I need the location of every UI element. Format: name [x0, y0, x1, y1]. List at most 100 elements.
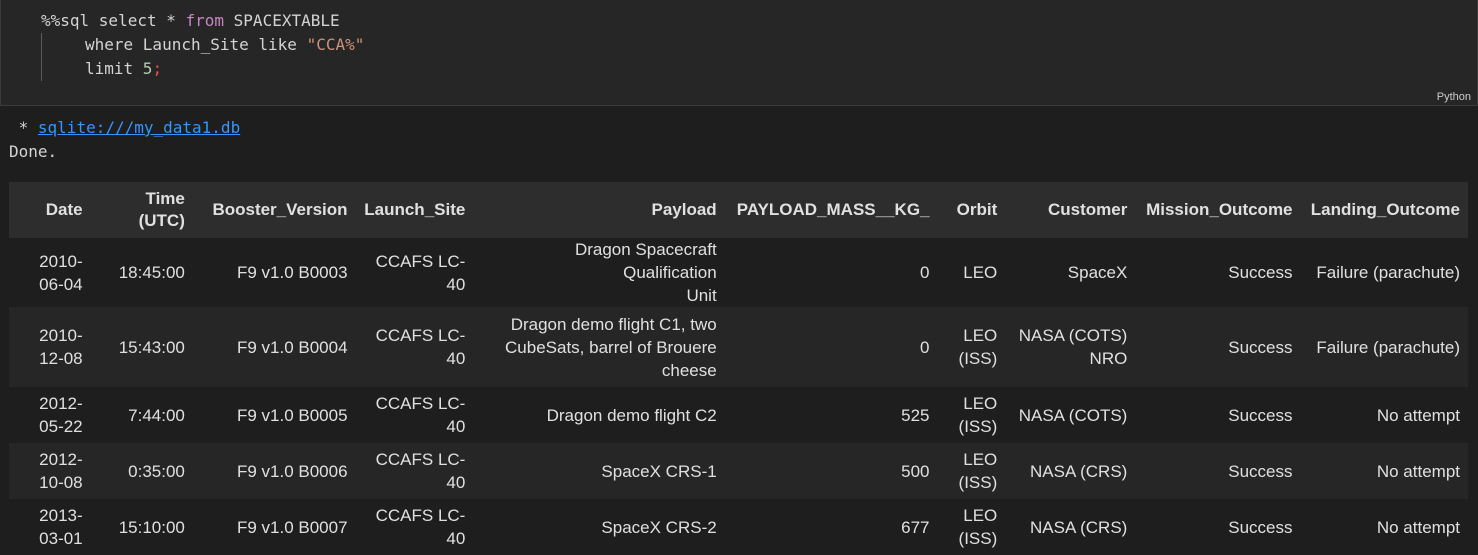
- header-customer: Customer: [1005, 182, 1136, 238]
- db-connection-link[interactable]: sqlite:///my_data1.db: [38, 118, 240, 137]
- code-line-3: limit 5;: [85, 57, 162, 81]
- cell-line: NASA (COTS): [1018, 326, 1128, 345]
- cell-launch-site: CCAFS LC- 40: [355, 499, 474, 555]
- code-cell-editor[interactable]: %%sql select * from SPACEXTABLE where La…: [0, 0, 1478, 106]
- cell-line: (ISS): [958, 529, 998, 548]
- cell-line: cheese: [661, 360, 717, 380]
- from-keyword: from: [185, 11, 225, 30]
- cell-line: 40: [446, 274, 466, 294]
- table-name-text: SPACEXTABLE: [224, 11, 340, 30]
- cell-launch-site: CCAFS LC- 40: [355, 443, 474, 499]
- cell-line: 03-01: [39, 529, 83, 548]
- cell-line: 40: [446, 417, 466, 436]
- table-row: 2010- 12-08 15:43:00 F9 v1.0 B0004 CCAFS …: [9, 307, 1468, 387]
- cell-line: LEO: [963, 326, 998, 345]
- table-row: 2010- 06-04 18:45:00 F9 v1.0 B0003 CCAFS …: [9, 238, 1468, 307]
- cell-booster-version: F9 v1.0 B0005: [192, 387, 356, 443]
- cell-date: 2012- 05-22: [9, 387, 91, 443]
- cell-mission-outcome: Success: [1135, 499, 1301, 555]
- cell-landing-outcome: No attempt: [1300, 499, 1468, 555]
- table-header-row: Date Time (UTC) Booster_Version Launch_Si…: [9, 182, 1468, 238]
- cell-customer: NASA (COTS) NRO: [1005, 307, 1136, 387]
- cell-line: 10-08: [39, 473, 83, 492]
- cell-time: 15:10:00: [90, 499, 193, 555]
- cell-orbit: LEO: [937, 238, 1006, 307]
- cell-line: CCAFS LC-: [375, 394, 466, 413]
- cell-customer: NASA (CRS): [1005, 499, 1136, 555]
- cell-launch-site: CCAFS LC- 40: [355, 238, 474, 307]
- header-time: Time (UTC): [90, 182, 193, 238]
- cell-booster-version: F9 v1.0 B0007: [192, 499, 356, 555]
- cell-line: 2010-: [39, 326, 83, 345]
- cell-payload-mass: 0: [724, 238, 938, 307]
- cell-time: 7:44:00: [90, 387, 193, 443]
- cell-payload-mass: 0: [724, 307, 938, 387]
- cell-time: 15:43:00: [90, 307, 193, 387]
- cell-line: SpaceX: [1067, 263, 1128, 282]
- cell-booster-version: F9 v1.0 B0004: [192, 307, 356, 387]
- cell-line: 40: [446, 529, 466, 548]
- cell-orbit: LEO (ISS): [937, 387, 1006, 443]
- cell-line: CCAFS LC-: [375, 251, 466, 271]
- cell-date: 2010- 06-04: [9, 238, 91, 307]
- table-row: 2012- 05-22 7:44:00 F9 v1.0 B0005 CCAFS L…: [9, 387, 1468, 443]
- header-mission-outcome: Mission_Outcome: [1135, 182, 1301, 238]
- cell-payload: Dragon Spacecraft Qualification Unit: [473, 238, 725, 307]
- like-pattern-string: "CCA%": [306, 35, 365, 54]
- header-booster-version: Booster_Version: [192, 182, 356, 238]
- semicolon: ;: [152, 59, 163, 78]
- cell-line: 12-08: [39, 349, 83, 368]
- status-line: Done.: [9, 142, 58, 161]
- cell-line: CCAFS LC-: [375, 506, 466, 525]
- connection-prefix: *: [9, 118, 38, 137]
- cell-payload-mass: 500: [724, 443, 938, 499]
- result-table: Date Time (UTC) Booster_Version Launch_Si…: [9, 182, 1468, 555]
- cell-payload: Dragon demo flight C1, two CubeSats, barr…: [473, 307, 725, 387]
- cell-orbit: LEO (ISS): [937, 499, 1006, 555]
- cell-customer: NASA (COTS): [1005, 387, 1136, 443]
- cell-line: 2013-: [39, 506, 83, 525]
- code-line-2: where Launch_Site like "CCA%": [85, 33, 364, 57]
- cell-orbit: LEO (ISS): [937, 307, 1006, 387]
- cell-line: NRO: [1089, 349, 1128, 368]
- cell-booster-version: F9 v1.0 B0006: [192, 443, 356, 499]
- cell-line: 2010-: [39, 251, 83, 271]
- cell-customer: NASA (CRS): [1005, 443, 1136, 499]
- cell-line: (ISS): [958, 349, 998, 368]
- cell-line: 40: [446, 349, 466, 368]
- header-time-line1: Time: [145, 189, 185, 208]
- cell-mission-outcome: Success: [1135, 307, 1301, 387]
- sql-magic-text: %%sql select *: [41, 11, 186, 30]
- cell-line: LEO: [963, 450, 998, 469]
- cell-payload-mass: 525: [724, 387, 938, 443]
- cell-line: 2012-: [39, 394, 83, 413]
- cell-line: 05-22: [39, 417, 83, 436]
- cell-landing-outcome: Failure (parachute): [1300, 238, 1468, 307]
- cell-mission-outcome: Success: [1135, 443, 1301, 499]
- cell-date: 2013- 03-01: [9, 499, 91, 555]
- cell-line: 40: [446, 473, 466, 492]
- cell-line: 06-04: [39, 274, 83, 294]
- header-launch-site: Launch_Site: [355, 182, 474, 238]
- cell-booster-version: F9 v1.0 B0003: [192, 238, 356, 307]
- cell-language-label[interactable]: Python: [1437, 91, 1471, 103]
- cell-line: Dragon Spacecraft Qualification: [574, 240, 717, 282]
- cell-line: CCAFS LC-: [375, 326, 466, 345]
- cell-mission-outcome: Success: [1135, 238, 1301, 307]
- limit-clause-text: limit: [85, 59, 143, 78]
- table-row: 2013- 03-01 15:10:00 F9 v1.0 B0007 CCAFS …: [9, 499, 1468, 555]
- cell-line: CubeSats, barrel of Brouere: [505, 337, 717, 357]
- cell-time: 18:45:00: [90, 238, 193, 307]
- cell-orbit: LEO (ISS): [937, 443, 1006, 499]
- cell-time: 0:35:00: [90, 443, 193, 499]
- header-time-line2: (UTC): [138, 211, 185, 230]
- cell-payload-mass: 677: [724, 499, 938, 555]
- cell-date: 2010- 12-08: [9, 307, 91, 387]
- cell-line: (ISS): [958, 473, 998, 492]
- cell-line: (ISS): [958, 417, 998, 436]
- cell-line: LEO: [963, 394, 998, 413]
- limit-number: 5: [142, 59, 153, 78]
- cell-line: LEO: [963, 506, 998, 525]
- header-landing-outcome: Landing_Outcome: [1300, 182, 1468, 238]
- cell-output: * sqlite:///my_data1.db Done. Date Time (…: [0, 106, 1478, 555]
